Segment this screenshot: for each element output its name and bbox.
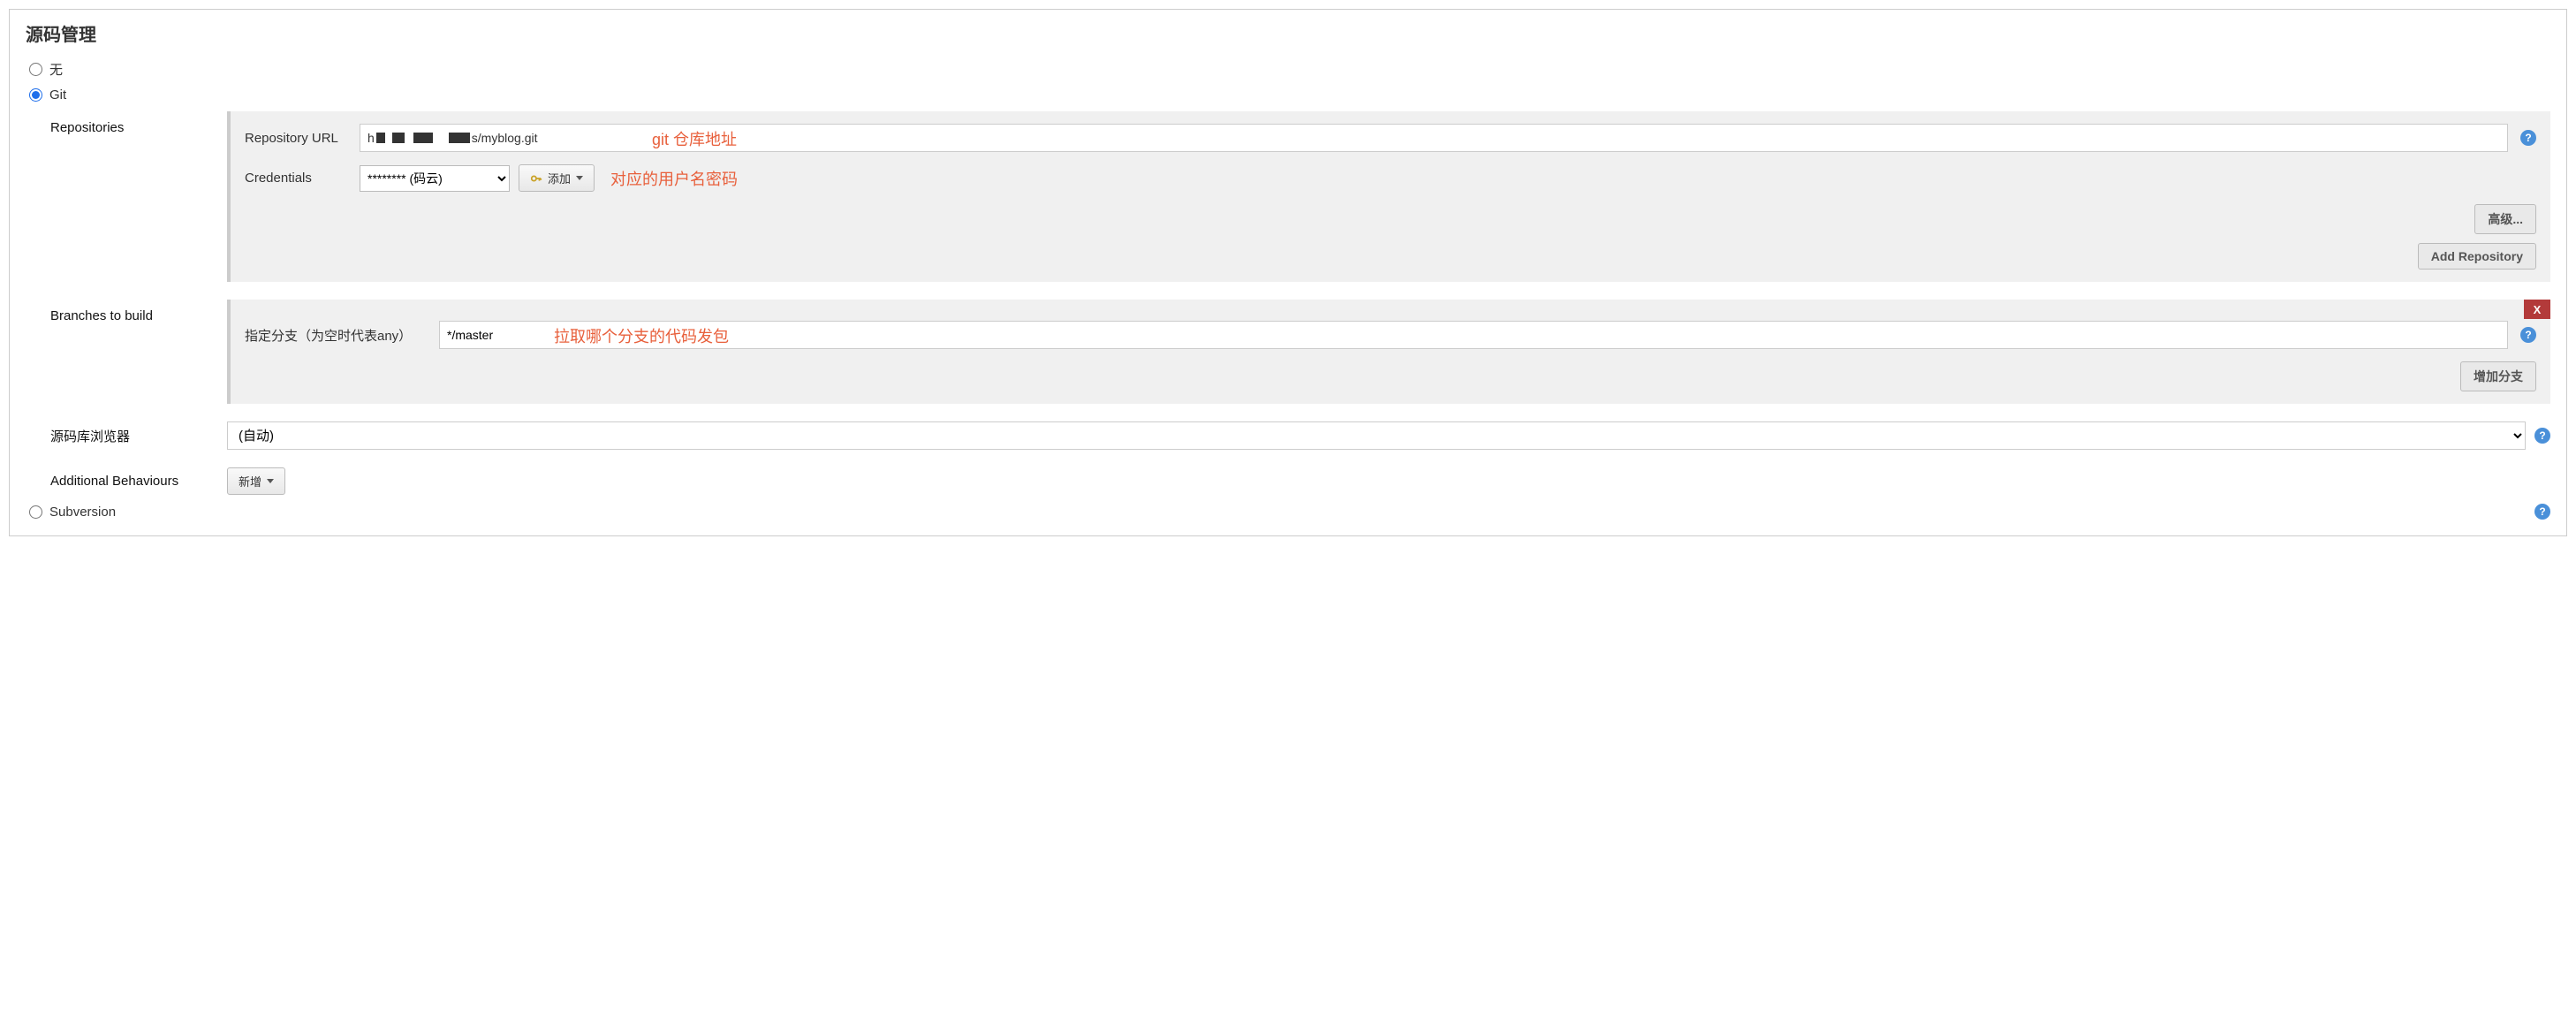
repo-browser-row: 源码库浏览器 (自动) ? bbox=[50, 421, 2550, 450]
add-credentials-button[interactable]: 添加 bbox=[519, 164, 595, 192]
repo-url-label: Repository URL bbox=[245, 131, 360, 146]
credentials-row: Credentials ******** (码云) 添加 对应的用户名密码 bbox=[245, 164, 2536, 192]
help-icon[interactable]: ? bbox=[2534, 428, 2550, 444]
credentials-select[interactable]: ******** (码云) bbox=[360, 165, 510, 192]
radio-subversion-label: Subversion bbox=[49, 505, 116, 520]
redacted-segment bbox=[376, 133, 385, 143]
repo-browser-label: 源码库浏览器 bbox=[50, 427, 227, 445]
repositories-label: Repositories bbox=[50, 111, 227, 135]
branch-buttons-row: 增加分支 bbox=[245, 361, 2536, 391]
add-repository-button[interactable]: Add Repository bbox=[2418, 243, 2536, 270]
key-icon bbox=[530, 172, 542, 185]
redacted-segment bbox=[392, 133, 405, 143]
url-text-prefix: h bbox=[367, 131, 375, 145]
repo-url-input[interactable]: h s/myblog.git git 仓库地址 bbox=[360, 124, 2508, 152]
repo-url-row: Repository URL h s/my bbox=[245, 124, 2536, 152]
branch-specifier-input[interactable] bbox=[439, 321, 2508, 349]
repo-buttons-row-2: Add Repository bbox=[245, 243, 2536, 270]
credentials-label: Credentials bbox=[245, 171, 360, 186]
scm-option-subversion[interactable]: Subversion bbox=[29, 505, 116, 520]
add-branch-button[interactable]: 增加分支 bbox=[2460, 361, 2536, 391]
redacted-segment bbox=[449, 133, 470, 143]
scm-section: 源码管理 无 Git Repositories ? Repository URL… bbox=[9, 9, 2567, 536]
branches-label: Branches to build bbox=[50, 300, 227, 323]
section-title: 源码管理 bbox=[26, 20, 2550, 46]
radio-git-label: Git bbox=[49, 87, 66, 102]
branch-specifier-row: 指定分支（为空时代表any） 拉取哪个分支的代码发包 ? bbox=[245, 321, 2536, 349]
repo-buttons-row: 高级... bbox=[245, 204, 2536, 234]
delete-branch-button[interactable]: X bbox=[2524, 300, 2550, 319]
radio-git[interactable] bbox=[29, 88, 42, 102]
annotation-credentials: 对应的用户名密码 bbox=[610, 167, 738, 190]
help-icon[interactable]: ? bbox=[2520, 327, 2536, 343]
url-text-suffix: s/myblog.git bbox=[472, 131, 538, 145]
scm-option-git[interactable]: Git bbox=[29, 87, 2550, 102]
branches-panel: X 指定分支（为空时代表any） 拉取哪个分支的代码发包 ? 增加分支 bbox=[227, 300, 2550, 404]
help-icon[interactable]: ? bbox=[2534, 504, 2550, 520]
repo-browser-select[interactable]: (自动) bbox=[227, 421, 2526, 450]
repositories-row: Repositories ? Repository URL h bbox=[50, 111, 2550, 282]
advanced-button[interactable]: 高级... bbox=[2474, 204, 2536, 234]
radio-subversion[interactable] bbox=[29, 505, 42, 519]
branches-row: Branches to build X 指定分支（为空时代表any） 拉取哪个分… bbox=[50, 300, 2550, 404]
repositories-panel: Repository URL h s/my bbox=[227, 111, 2550, 282]
add-behaviour-label: 新增 bbox=[239, 473, 261, 490]
git-config-content: Repositories ? Repository URL h bbox=[50, 111, 2550, 495]
behaviours-row: Additional Behaviours 新增 bbox=[50, 467, 2550, 495]
help-icon[interactable]: ? bbox=[2520, 130, 2536, 146]
add-cred-label: 添加 bbox=[548, 170, 571, 186]
chevron-down-icon bbox=[576, 176, 583, 180]
chevron-down-icon bbox=[267, 479, 274, 483]
scm-option-none[interactable]: 无 bbox=[29, 60, 2550, 79]
branch-specifier-label: 指定分支（为空时代表any） bbox=[245, 326, 439, 345]
redacted-segment bbox=[413, 133, 433, 143]
radio-none-label: 无 bbox=[49, 60, 63, 79]
scm-option-subversion-row: Subversion ? bbox=[26, 504, 2550, 520]
behaviours-label: Additional Behaviours bbox=[50, 474, 227, 489]
annotation-repo-url: git 仓库地址 bbox=[652, 127, 737, 150]
add-behaviour-button[interactable]: 新增 bbox=[227, 467, 285, 495]
radio-none[interactable] bbox=[29, 63, 42, 76]
